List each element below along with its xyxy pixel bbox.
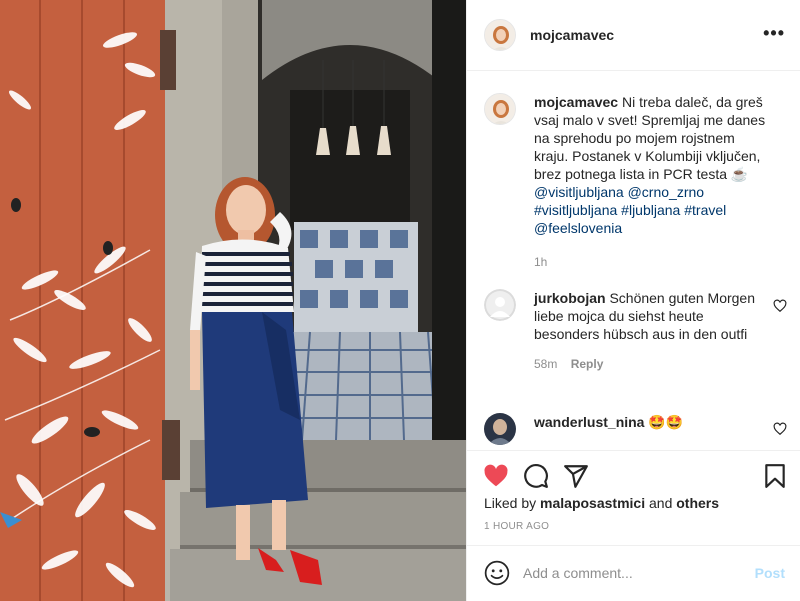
post-comment-button[interactable]: Post [755,565,785,581]
default-avatar-icon [484,289,516,321]
like-comment-heart-icon[interactable] [773,422,787,436]
commenter-avatar[interactable] [484,413,516,445]
mention-crno-zrno[interactable]: @crno_zrno [628,184,704,200]
likes-summary: Liked by malaposastmici and others [484,495,719,511]
caption-body: mojcamavec Ni treba daleč, da greš vsaj … [534,93,770,271]
action-bar [467,450,800,498]
caption-username[interactable]: mojcamavec [534,94,618,110]
liked-by-user[interactable]: malaposastmici [540,495,645,511]
caption: mojcamavec Ni treba daleč, da greš vsaj … [484,93,789,271]
comment-body: wanderlust_nina 🤩🤩 [534,413,764,445]
comment-icon[interactable] [523,463,549,489]
ellipsis-icon[interactable]: ••• [763,24,785,42]
comment-body: jurkobojan Schönen guten Morgen liebe mo… [534,289,764,373]
comment-text: 🤩🤩 [648,414,684,430]
post-header: mojcamavec ••• [467,0,800,71]
mention-feelslovenia[interactable]: @feelslovenia [534,220,622,236]
likes-conj: and [649,495,673,511]
avatar-image [485,94,515,124]
mention-visitljubljana[interactable]: @visitljubljana [534,184,624,200]
hashtag-visitljubljana[interactable]: #visitljubljana [534,202,617,218]
bookmark-icon[interactable] [762,463,788,489]
heart-icon[interactable] [483,463,509,489]
likes-prefix: Liked by [484,495,537,511]
hashtag-travel[interactable]: #travel [684,202,726,218]
commenter-avatar[interactable] [484,289,516,321]
post-timestamp[interactable]: 1 HOUR AGO [484,521,549,532]
instagram-post: mojcamavec ••• mojcamavec Ni treba daleč… [0,0,800,601]
comment-item: wanderlust_nina 🤩🤩 [484,413,794,445]
caption-avatar[interactable] [484,93,516,125]
comment-item: jurkobojan Schönen guten Morgen liebe mo… [484,289,794,373]
hashtag-ljubljana[interactable]: #ljubljana [621,202,680,218]
post-photo[interactable] [0,0,466,601]
author-avatar[interactable] [484,19,516,51]
comment-input[interactable] [523,562,743,584]
add-comment-bar: Post [467,545,800,601]
share-icon[interactable] [563,463,589,489]
avatar-image [484,413,516,445]
comment-username[interactable]: wanderlust_nina [534,414,644,430]
author-username[interactable]: mojcamavec [530,27,614,43]
comment-meta: 58m Reply [534,355,764,373]
photo-scene [0,0,466,601]
comment-username[interactable]: jurkobojan [534,290,606,306]
post-panel: mojcamavec ••• mojcamavec Ni treba daleč… [466,0,800,601]
reply-button[interactable]: Reply [571,357,604,371]
emoji-icon[interactable] [484,560,510,586]
likes-others-link[interactable]: others [676,495,719,511]
comments-section: mojcamavec Ni treba daleč, da greš vsaj … [467,71,800,450]
comment-time[interactable]: 58m [534,357,557,371]
like-comment-heart-icon[interactable] [773,299,787,313]
avatar-image [485,20,515,50]
caption-time[interactable]: 1h [534,253,770,271]
